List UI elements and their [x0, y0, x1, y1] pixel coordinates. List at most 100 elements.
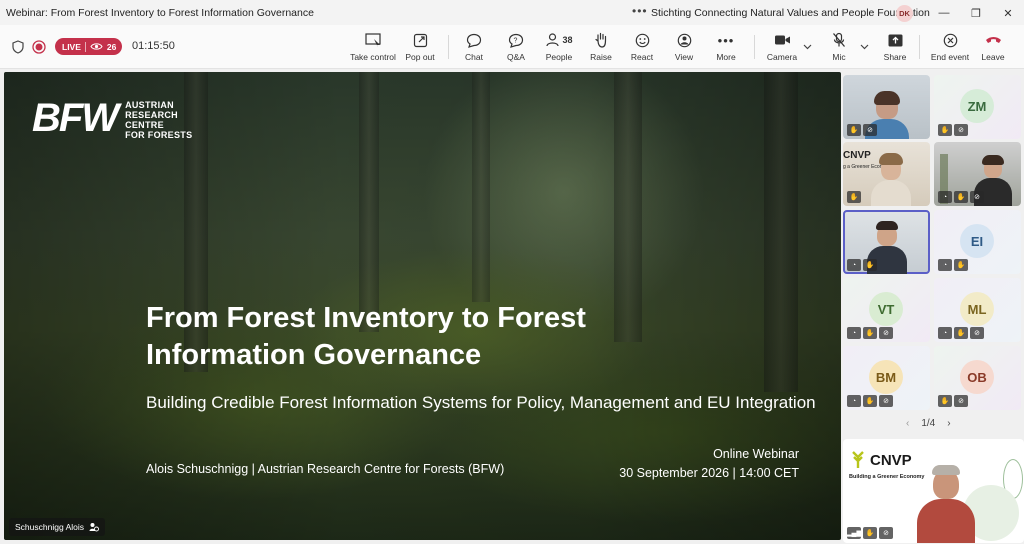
participant-tile[interactable]: CNVP g a Greener Econom ✋ [843, 142, 930, 206]
shared-slide: BFW AUSTRIAN RESEARCH CENTRE FOR FORESTS… [4, 72, 841, 540]
tile-status-icons: ◔ ✋ ⊘ [938, 191, 984, 203]
mic-options-chevron-icon[interactable] [860, 44, 869, 50]
participant-tile[interactable]: OB ✋ ⊘ [934, 346, 1021, 410]
people-count: 38 [562, 35, 573, 45]
hand-icon: ✋ [847, 124, 861, 136]
slide-title-line: From Forest Inventory to Forest [146, 302, 586, 334]
take-control-label: Take control [350, 52, 396, 62]
slide-subtitle: Building Credible Forest Information Sys… [146, 393, 816, 412]
raise-hand-button[interactable]: Raise [588, 29, 614, 67]
meeting-toolbar: LIVE 26 01:15:50 Take control Pop out Ch… [0, 25, 1024, 69]
take-control-button[interactable]: Take control [350, 29, 396, 67]
participant-body [917, 499, 975, 543]
presenter-name: Schuschnigg Alois [15, 522, 84, 532]
react-button[interactable]: React [629, 29, 655, 67]
hand-icon: ✋ [938, 395, 952, 407]
featured-participant-tile[interactable]: CNVP Building a Greener Economy ▂▄▆ ✋ ⊘ [843, 439, 1024, 543]
leave-button[interactable]: Leave [978, 29, 1008, 67]
slide-title-line: Information Governance [146, 339, 482, 371]
hand-icon: ✋ [863, 327, 877, 339]
view-button[interactable]: View [671, 29, 697, 67]
close-icon[interactable]: ✕ [998, 3, 1018, 23]
presenter-icon: ◔ [847, 327, 861, 339]
event-date: 30 September 2026 | 14:00 CET [619, 466, 799, 480]
chat-button[interactable]: Chat [461, 29, 487, 67]
participant-tile[interactable]: VT ◔ ✋ ⊘ [843, 278, 930, 342]
tile-status-icons: ✋ ⊘ [847, 124, 877, 136]
participant-avatar: VT [869, 292, 903, 326]
slide-author: Alois Schuschnigg | Austrian Research Ce… [146, 462, 505, 476]
cnvp-logo: CNVP [849, 451, 912, 469]
raise-label: Raise [590, 52, 612, 62]
camera-label: Camera [766, 52, 798, 62]
restore-icon[interactable]: ❐ [966, 3, 986, 23]
qa-icon: ? [508, 29, 524, 51]
more-button[interactable]: ••• More [713, 29, 739, 67]
mic-muted-icon: ⊘ [879, 395, 893, 407]
participant-hair [879, 153, 903, 165]
minimize-icon[interactable]: — [934, 3, 954, 23]
mic-muted-icon: ⊘ [970, 327, 984, 339]
participant-body [871, 180, 911, 206]
participant-avatar: ML [960, 292, 994, 326]
leave-label: Leave [981, 52, 1005, 62]
next-page-chevron-icon[interactable]: › [947, 418, 950, 429]
participant-tile[interactable]: BM ◔ ✋ ⊘ [843, 346, 930, 410]
end-event-button[interactable]: End event [929, 29, 971, 67]
hand-icon: ✋ [954, 191, 968, 203]
participant-tile[interactable]: ML ◔ ✋ ⊘ [934, 278, 1021, 342]
presenter-icon: ◔ [847, 259, 861, 271]
recording-icon[interactable] [32, 40, 46, 54]
raise-hand-icon [594, 29, 608, 51]
hand-icon: ✋ [863, 259, 877, 271]
participant-hair [982, 155, 1004, 165]
more-options-icon[interactable]: ••• [632, 4, 648, 18]
participant-tile[interactable]: ✋ ⊘ [843, 75, 930, 139]
live-separator [84, 41, 86, 52]
camera-button[interactable]: Camera [766, 29, 798, 67]
prev-page-chevron-icon[interactable]: ‹ [906, 418, 909, 429]
qa-label: Q&A [507, 52, 525, 62]
tile-status-icons: ✋ ⊘ [938, 124, 968, 136]
signal-icon: ▂▄▆ [846, 527, 862, 539]
cnvp-leaf-icon [852, 451, 864, 468]
tile-status-icons: ✋ [847, 191, 861, 203]
event-type: Online Webinar [713, 447, 799, 461]
participant-avatar: ZM [960, 89, 994, 123]
bfw-logo-text: AUSTRIAN RESEARCH CENTRE FOR FORESTS [125, 100, 192, 140]
participant-hair [876, 221, 898, 230]
participant-tile-active-speaker[interactable]: ◔ ✋ [843, 210, 930, 274]
participant-tile[interactable]: EI ◔ ✋ [934, 210, 1021, 274]
more-label: More [716, 52, 736, 62]
participant-tile[interactable]: ZM ✋ ⊘ [934, 75, 1021, 139]
qa-button[interactable]: ? Q&A [503, 29, 529, 67]
logo-line: CENTRE [125, 120, 164, 130]
camera-options-chevron-icon[interactable] [803, 44, 812, 50]
hand-icon: ✋ [954, 259, 968, 271]
shield-icon[interactable] [11, 40, 25, 54]
tile-status-icons: ◔ ✋ ⊘ [847, 395, 893, 407]
participant-avatar: BM [869, 360, 903, 394]
presenter-icon: ◔ [938, 259, 952, 271]
bfw-logo-mark: BFW [32, 96, 119, 140]
camera-icon [774, 29, 791, 51]
mic-muted-icon: ⊘ [954, 124, 968, 136]
slide-title: From Forest Inventory to Forest Informat… [146, 300, 766, 374]
user-avatar[interactable]: DK [896, 5, 913, 22]
people-button[interactable]: 38 People [543, 29, 575, 67]
pop-out-label: Pop out [405, 52, 435, 62]
share-button[interactable]: Share [882, 29, 908, 67]
hand-icon: ✋ [954, 327, 968, 339]
viewer-count: 26 [106, 41, 117, 52]
pop-out-button[interactable]: Pop out [403, 29, 437, 67]
participant-avatar: EI [960, 224, 994, 258]
participant-tile[interactable]: ◔ ✋ ⊘ [934, 142, 1021, 206]
toolbar-divider [754, 35, 755, 59]
participant-pager: ‹ 1/4 › [906, 418, 951, 429]
mic-muted-icon: ⊘ [954, 395, 968, 407]
mic-muted-icon [832, 29, 846, 51]
presenter-icon: ◔ [847, 395, 861, 407]
tile-status-icons: ◔ ✋ [847, 259, 877, 271]
hand-icon: ✋ [863, 527, 877, 539]
mic-button[interactable]: Mic [826, 29, 852, 67]
